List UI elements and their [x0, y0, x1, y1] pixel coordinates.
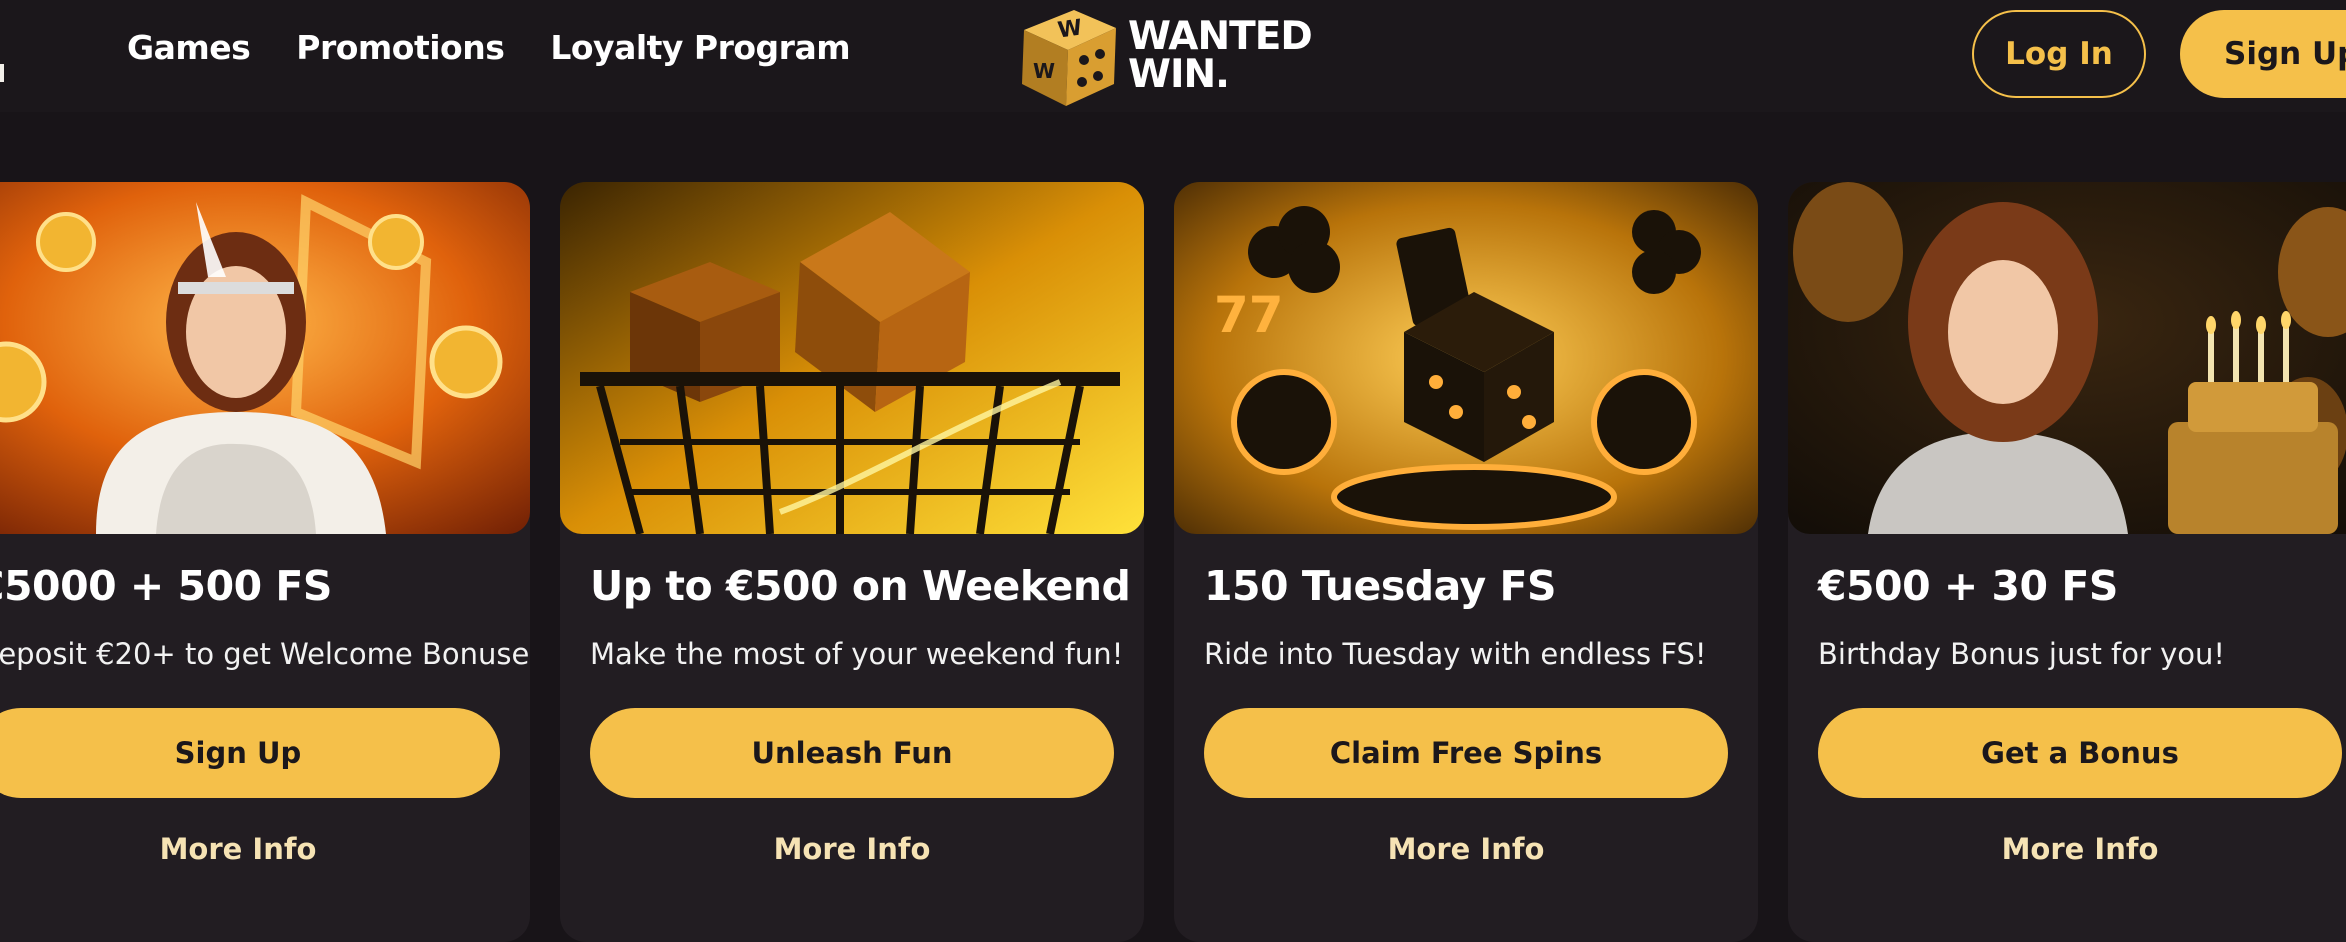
- edge-fragment: [0, 64, 4, 82]
- promo-card-tuesday: 77 150 Tuesday FS Ride into Tuesday with…: [1174, 182, 1758, 942]
- card-description: Ride into Tuesday with endless FS!: [1204, 637, 1707, 671]
- card-description: Deposit €20+ to get Welcome Bonuses: [0, 637, 530, 671]
- card-title: 150 Tuesday FS: [1204, 562, 1557, 610]
- svg-text:W: W: [1033, 59, 1055, 83]
- woman-birthday-cake-balloons-image: [1788, 182, 2346, 534]
- card-signup-button[interactable]: Sign Up: [0, 708, 500, 798]
- card-unleash-fun-button[interactable]: Unleash Fun: [590, 708, 1114, 798]
- logo-line-2: WIN.: [1128, 52, 1230, 97]
- card-title: €5000 + 500 FS: [0, 562, 332, 610]
- flapper-woman-gold-coins-image: [0, 182, 530, 534]
- more-info-link[interactable]: More Info: [0, 832, 500, 866]
- gift-boxes-shopping-cart-image: [560, 182, 1144, 534]
- dice-logo-icon: W W: [1022, 10, 1116, 106]
- logo-wordmark: WANTED WIN.: [1128, 14, 1313, 97]
- svg-text:77: 77: [1214, 286, 1284, 344]
- card-description: Make the most of your weekend fun!: [590, 637, 1124, 671]
- card-get-a-bonus-button[interactable]: Get a Bonus: [1818, 708, 2342, 798]
- nav-loyalty-program[interactable]: Loyalty Program: [550, 28, 850, 67]
- site-header: Games Promotions Loyalty Program W W WAN…: [0, 0, 2346, 112]
- login-button[interactable]: Log In: [1972, 10, 2146, 98]
- nav-games[interactable]: Games: [127, 28, 251, 67]
- card-title: Up to €500 on Weekend: [590, 562, 1131, 610]
- promo-card-welcome: €5000 + 500 FS Deposit €20+ to get Welco…: [0, 182, 530, 942]
- more-info-link[interactable]: More Info: [1818, 832, 2342, 866]
- promo-card-birthday: €500 + 30 FS Birthday Bonus just for you…: [1788, 182, 2346, 942]
- logo-line-1: WANTED: [1128, 14, 1313, 59]
- svg-text:W: W: [1056, 15, 1084, 43]
- more-info-link[interactable]: More Info: [1204, 832, 1728, 866]
- card-description: Birthday Bonus just for you!: [1818, 637, 2226, 671]
- site-logo[interactable]: W W WANTED WIN.: [1016, 2, 1316, 108]
- card-claim-free-spins-button[interactable]: Claim Free Spins: [1204, 708, 1728, 798]
- main-nav: Games Promotions Loyalty Program: [127, 28, 851, 67]
- more-info-link[interactable]: More Info: [590, 832, 1114, 866]
- card-title: €500 + 30 FS: [1818, 562, 2118, 610]
- dice-chips-clover-image: 77: [1174, 182, 1758, 534]
- signup-button[interactable]: Sign Up: [2180, 10, 2346, 98]
- promo-card-weekend: Up to €500 on Weekend Make the most of y…: [560, 182, 1144, 942]
- nav-promotions[interactable]: Promotions: [296, 28, 505, 67]
